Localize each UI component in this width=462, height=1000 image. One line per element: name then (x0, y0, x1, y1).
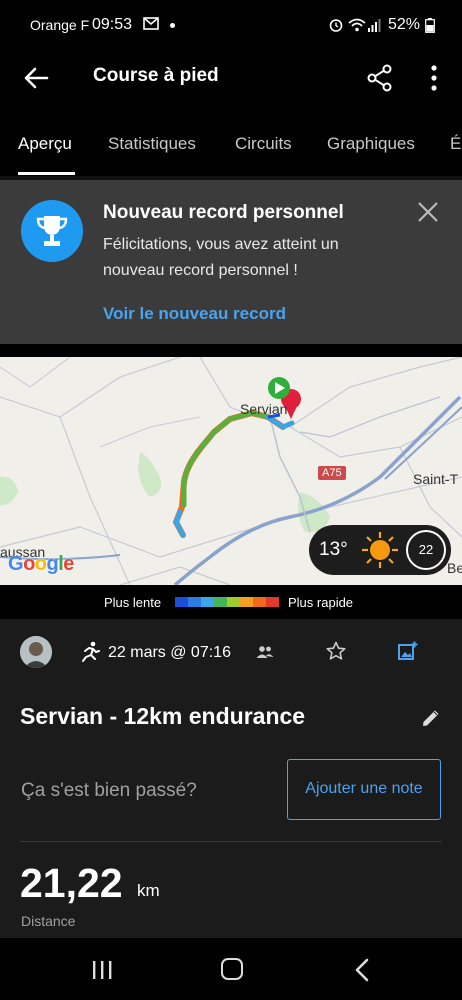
wind-speed: 22 (406, 530, 446, 570)
avatar[interactable] (20, 636, 52, 668)
page-title: Course à pied (93, 65, 219, 86)
running-icon (82, 641, 100, 662)
carrier-label: Orange F (30, 17, 90, 33)
activity-date: 22 mars @ 07:16 (108, 644, 231, 661)
back-nav-icon[interactable] (353, 958, 371, 982)
pace-swatch-2 (201, 597, 214, 607)
pace-swatch-7 (266, 597, 279, 607)
trophy-icon (36, 216, 68, 246)
close-icon[interactable] (416, 200, 440, 224)
map-label-servian: Servian (240, 401, 288, 417)
tab-etapes[interactable]: É (450, 134, 461, 154)
tab-statistiques[interactable]: Statistiques (108, 134, 196, 154)
mail-icon (143, 17, 159, 30)
recents-icon[interactable] (90, 960, 114, 980)
notification-dot (170, 23, 175, 28)
weather-temperature: 13° (319, 539, 348, 560)
battery-icon (425, 18, 435, 33)
status-time: 09:53 (92, 16, 133, 33)
route-map[interactable]: Servian Saint-T aussan Be A75 Google 13°… (0, 357, 462, 585)
active-tab-indicator (18, 172, 75, 175)
signal-icon (368, 19, 381, 32)
activity-details: 22 mars @ 07:16 Servian - 12km endurance… (0, 619, 462, 938)
add-note-button[interactable]: Ajouter une note (287, 759, 441, 820)
back-arrow-icon[interactable] (22, 64, 50, 92)
pace-swatch-3 (214, 597, 227, 607)
system-nav-bar (0, 938, 462, 1000)
distance-label: Distance (21, 913, 76, 929)
section-divider (20, 841, 442, 842)
feeling-prompt: Ça s'est bien passé? (21, 780, 197, 801)
pace-legend: Plus lente Plus rapide (0, 585, 462, 619)
pace-swatch-0 (175, 597, 188, 607)
google-logo: Google (8, 553, 74, 575)
home-icon[interactable] (221, 958, 243, 980)
distance-value: 21,22 (20, 860, 123, 906)
people-icon[interactable] (256, 643, 274, 661)
banner-message: Félicitations, vous avez atteint un nouv… (103, 236, 339, 279)
share-icon[interactable] (366, 64, 394, 92)
pace-swatch-4 (227, 597, 240, 607)
trophy-badge (21, 200, 83, 262)
pace-swatch-5 (240, 597, 253, 607)
activity-title: Servian - 12km endurance (20, 703, 306, 729)
status-bar: Orange F 09:53 52% (0, 0, 462, 52)
wifi-icon (348, 18, 366, 32)
weather-chip[interactable]: 13° 22 (309, 525, 451, 575)
tab-graphiques[interactable]: Graphiques (327, 134, 415, 154)
app-bar: Course à pied (0, 52, 462, 104)
personal-record-banner: Nouveau record personnel Félicitations, … (0, 180, 462, 344)
alarm-icon (329, 19, 343, 32)
tab-circuits[interactable]: Circuits (235, 134, 292, 154)
pace-slow-label: Plus lente (104, 595, 162, 610)
star-icon[interactable] (326, 641, 346, 661)
tab-apercu[interactable]: Aperçu (18, 134, 72, 154)
sun-icon (362, 532, 398, 568)
pace-swatch-1 (188, 597, 201, 607)
pace-swatch-6 (253, 597, 266, 607)
view-record-link[interactable]: Voir le nouveau record (103, 304, 286, 324)
battery-percent: 52% (388, 16, 421, 33)
pace-fast-label: Plus rapide (288, 595, 354, 610)
tab-bar: Aperçu Statistiques Circuits Graphiques … (0, 104, 462, 176)
pace-color-bar (175, 597, 279, 607)
map-label-be: Be (447, 560, 462, 576)
distance-unit: km (137, 881, 160, 900)
road-badge-a75: A75 (318, 466, 346, 480)
more-vert-icon[interactable] (420, 64, 448, 92)
banner-title: Nouveau record personnel (103, 202, 344, 223)
add-photo-icon[interactable] (398, 641, 418, 661)
map-label-saint: Saint-T (413, 471, 459, 487)
edit-pencil-icon[interactable] (420, 707, 442, 729)
avatar-image (20, 636, 52, 668)
